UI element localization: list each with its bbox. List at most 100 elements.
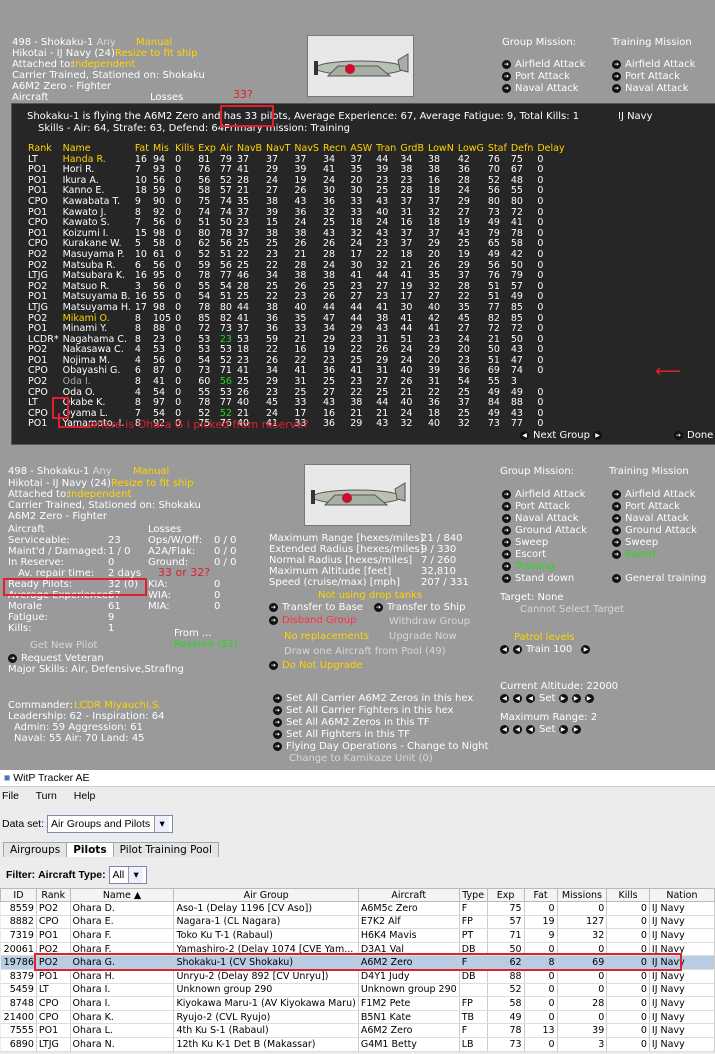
top-mission-right-1[interactable]: ➔ Port Attack: [612, 71, 695, 83]
roster-header[interactable]: Defn: [509, 143, 536, 155]
bottom-manual[interactable]: Manual: [133, 466, 169, 477]
roster-header[interactable]: NavS: [292, 143, 321, 155]
bottom-attached-value[interactable]: Independent: [68, 489, 131, 500]
range-set-control[interactable]: ◀ ◀ ◀ Set ▶ ▶: [500, 724, 585, 735]
request-veteran-button[interactable]: ➔ Request Veteran: [8, 653, 104, 664]
roster-header[interactable]: NavT: [264, 143, 292, 155]
table-row[interactable]: 21400 CPO Ohara K. Ryujo-2 (CVL Ryujo) B5N1 …: [0, 1010, 715, 1025]
column-header[interactable]: Name ▲: [69, 888, 175, 902]
transfer-ship-button[interactable]: ➔ Transfer to Ship: [374, 602, 465, 613]
top-mission-left-0[interactable]: ➔ Airfield Attack: [502, 59, 585, 71]
drop-tanks[interactable]: Not using drop tanks: [318, 590, 422, 601]
mission-ground-attack[interactable]: ➔ Ground Attack: [502, 525, 587, 537]
dataset-select[interactable]: Air Groups and Pilots ▾: [46, 815, 174, 833]
disband-button[interactable]: ➔ Disband Group: [269, 615, 356, 626]
altitude-set-control[interactable]: ◀ ◀ ◀ Set ▶ ▶ ▶: [500, 693, 598, 704]
column-header[interactable]: Missions: [556, 888, 608, 902]
mission-stand-down[interactable]: ➔ Stand down: [502, 573, 587, 585]
table-row[interactable]: 7319 PO1 Ohara F. Toko Ku T-1 (Rabaul) H6K4 …: [0, 928, 715, 943]
get-new-pilot[interactable]: Get New Pilot: [30, 640, 97, 651]
roster-header[interactable]: Mis: [151, 143, 173, 155]
do-not-upgrade[interactable]: ➔ Do Not Upgrade: [269, 660, 362, 671]
roster-header[interactable]: Recn: [321, 143, 348, 155]
train-sweep[interactable]: ➔ Sweep: [612, 537, 706, 549]
withdraw-group[interactable]: Withdraw Group: [389, 616, 470, 627]
column-header[interactable]: Aircraft: [357, 888, 460, 902]
train-escort[interactable]: ➔ Escort: [612, 549, 706, 561]
table-row[interactable]: 8379 PO1 Ohara H. Unryu-2 (Delay 892 [CV Un…: [0, 969, 715, 984]
train-port-attack[interactable]: ➔ Port Attack: [612, 501, 706, 513]
tab-pilots[interactable]: Pilots: [66, 842, 114, 857]
top-mission-right-2[interactable]: ➔ Naval Attack: [612, 83, 695, 95]
train-naval-attack[interactable]: ➔ Naval Attack: [612, 513, 706, 525]
transfer-base-button[interactable]: ➔ Transfer to Base: [269, 602, 363, 613]
day-night-toggle[interactable]: ➔ Flying Day Operations - Change to Night: [273, 741, 489, 753]
roster-header[interactable]: Delay: [535, 143, 566, 155]
set-all-fighters-tf[interactable]: ➔ Set All Fighters in this TF: [273, 729, 489, 741]
roster-header[interactable]: Tran: [374, 143, 398, 155]
table-row[interactable]: 8882 CPO Ohara E. Nagara-1 (CL Nagara) E7K2 …: [0, 915, 715, 930]
mission-sweep[interactable]: ➔ Sweep: [502, 537, 587, 549]
column-header[interactable]: Nation: [648, 888, 715, 902]
patrol-levels[interactable]: Patrol levels: [514, 632, 575, 643]
general-training[interactable]: ➔ General training: [612, 573, 706, 585]
roster-row[interactable]: CPO Kawabata T. 9 90 0 75 74 35 38 43 36 33 43 37 37 29…: [26, 196, 567, 208]
roster-cell[interactable]: Masuyama P.: [61, 249, 133, 261]
roster-header[interactable]: Staf: [486, 143, 509, 155]
top-mission-left-2[interactable]: ➔ Naval Attack: [502, 83, 585, 95]
column-header[interactable]: Rank: [35, 888, 71, 902]
kamikaze-option[interactable]: Change to Kamikaze Unit (0): [273, 753, 489, 765]
column-header[interactable]: Type: [458, 888, 488, 902]
top-mission-left-1[interactable]: ➔ Port Attack: [502, 71, 585, 83]
next-group-button[interactable]: ◀ Next Group ▶: [520, 430, 606, 441]
mission-training[interactable]: ➔ Training: [502, 561, 587, 573]
reserve-link[interactable]: Reserve (51): [174, 639, 238, 650]
roster-cell[interactable]: Kawabata T.: [61, 196, 133, 208]
column-header[interactable]: Fat: [523, 888, 558, 902]
roster-header[interactable]: GrdB: [398, 143, 426, 155]
mission-port-attack[interactable]: ➔ Port Attack: [502, 501, 587, 513]
set-all-zeros-tf[interactable]: ➔ Set All A6M2 Zeros in this TF: [273, 717, 489, 729]
bottom-resize[interactable]: Resize to fit ship: [111, 478, 194, 489]
top-attached-value[interactable]: Independent: [72, 59, 135, 70]
menu-file[interactable]: File: [2, 790, 19, 802]
mission-airfield-attack[interactable]: ➔ Airfield Attack: [502, 489, 587, 501]
commander-name[interactable]: LCDR Miyauchi,S.: [74, 700, 162, 711]
done-button[interactable]: ➔ Done: [674, 430, 713, 441]
roster-header[interactable]: ASW: [348, 143, 374, 155]
set-all-carrier-fighters[interactable]: ➔ Set All Carrier Fighters in this hex: [273, 705, 489, 717]
mission-escort[interactable]: ➔ Escort: [502, 549, 587, 561]
roster-header[interactable]: Exp: [196, 143, 218, 155]
column-header[interactable]: Exp: [486, 888, 525, 902]
column-header[interactable]: Air Group: [173, 888, 359, 902]
menu-turn[interactable]: Turn: [36, 790, 57, 802]
roster-header[interactable]: LowN: [426, 143, 456, 155]
train-ground-attack[interactable]: ➔ Ground Attack: [612, 525, 706, 537]
roster-header[interactable]: Air: [218, 143, 235, 155]
table-row[interactable]: 7555 PO1 Ohara L. 4th Ku S-1 (Rabaul) A6M2 Z…: [0, 1023, 715, 1038]
top-resize[interactable]: Resize to fit ship: [115, 48, 198, 59]
roster-header[interactable]: Kills: [173, 143, 196, 155]
table-row[interactable]: 8748 CPO Ohara I. Kiyokawa Maru-1 (AV Kiyok…: [0, 996, 715, 1011]
roster-header[interactable]: Rank: [26, 143, 61, 155]
top-mission-right-0[interactable]: ➔ Airfield Attack: [612, 59, 695, 71]
train-airfield-attack[interactable]: ➔ Airfield Attack: [612, 489, 706, 501]
table-row[interactable]: 8559 PO2 Ohara D. Aso-1 (Delay 1196 [CV Aso…: [0, 901, 715, 916]
table-row[interactable]: 5459 LT Ohara I. Unknown group 290 Unknown g…: [0, 983, 715, 998]
draw-one-aircraft[interactable]: Draw one Aircraft from Pool (49): [284, 646, 446, 657]
menu-help[interactable]: Help: [74, 790, 96, 802]
roster-header[interactable]: Name: [61, 143, 133, 155]
top-manual[interactable]: Manual: [136, 37, 172, 48]
roster-header[interactable]: NavB: [235, 143, 264, 155]
mission-naval-attack[interactable]: ➔ Naval Attack: [502, 513, 587, 525]
upgrade-now[interactable]: Upgrade Now: [389, 631, 457, 642]
roster-row[interactable]: LTJG Matsuyama H. 17 98 0 78 80 44 38 40 44 44 41 30 4…: [26, 302, 567, 314]
set-all-carrier-zeros[interactable]: ➔ Set All Carrier A6M2 Zeros in this hex: [273, 693, 489, 705]
table-row[interactable]: 6890 LTJG Ohara N. 12th Ku K-1 Det B (Makas…: [0, 1037, 715, 1052]
aircraft-type-select[interactable]: All ▾: [108, 866, 148, 884]
column-header[interactable]: ID: [0, 888, 37, 902]
column-header[interactable]: Kills: [606, 888, 650, 902]
train-level-control[interactable]: ◀ ◀ Train 100 ▶: [500, 644, 594, 655]
roster-header[interactable]: LowG: [456, 143, 486, 155]
no-replacements[interactable]: No replacements: [284, 631, 369, 642]
